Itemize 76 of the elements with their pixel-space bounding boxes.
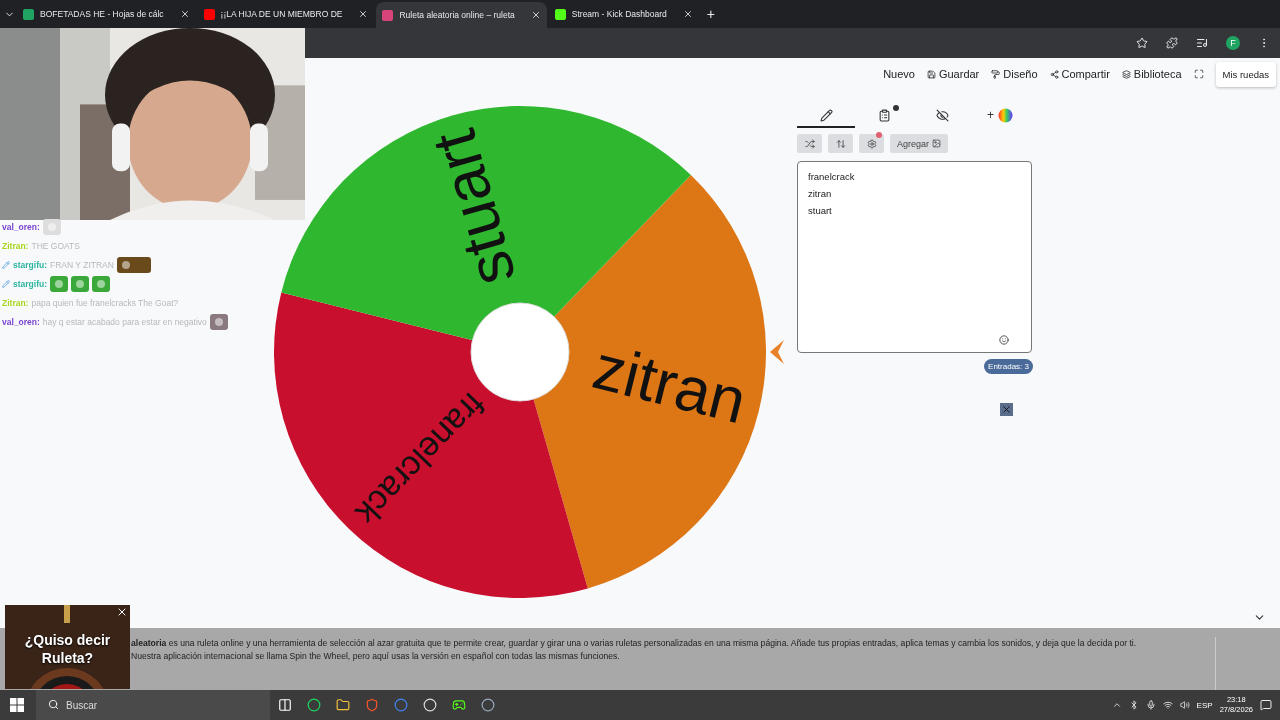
emote-icon: [50, 276, 68, 292]
close-icon[interactable]: [530, 10, 541, 20]
mic-icon[interactable]: [1145, 700, 1156, 710]
close-icon[interactable]: [358, 9, 369, 19]
favicon-icon: [382, 9, 394, 21]
sword-icon: [2, 280, 10, 288]
taskbar-app-icon[interactable]: [336, 698, 350, 712]
taskbar-search-field[interactable]: Buscar: [36, 690, 270, 720]
add-button[interactable]: Agregar: [890, 134, 949, 153]
browser-tab[interactable]: BOFETADAS HE - Hojas de cálc: [17, 3, 196, 25]
browser-tab[interactable]: ¡¡LA HIJA DE UN MIEMBRO DE: [197, 3, 375, 25]
tab-title: Ruleta aleatoria online – ruleta: [399, 10, 515, 20]
sort-icon: [835, 138, 846, 149]
nav-link[interactable]: Biblioteca: [1121, 68, 1182, 80]
favicon-icon: [203, 8, 215, 20]
extensions-icon[interactable]: [1166, 37, 1178, 49]
layers-icon: [1121, 69, 1131, 79]
chat-username[interactable]: val_oren:: [2, 317, 40, 327]
close-icon[interactable]: [116, 606, 128, 618]
paint-roller-icon: [991, 69, 1001, 79]
taskbar-app-icon[interactable]: [481, 698, 495, 712]
chat-message: THE GOATS: [31, 241, 80, 251]
share-icon: [1049, 69, 1059, 79]
slice-label: stuart: [417, 122, 529, 294]
emoji-icon[interactable]: [999, 335, 1009, 345]
chat-username[interactable]: val_oren:: [2, 222, 40, 232]
panel-tab[interactable]: +: [971, 104, 1029, 128]
taskbar-app-icon[interactable]: [452, 698, 466, 712]
save-icon: [926, 69, 936, 79]
favicon-icon: [23, 8, 34, 20]
tab-title: ¡¡LA HIJA DE UN MIEMBRO DE: [220, 9, 343, 19]
tab-title: Stream - Kick Dashboard: [571, 9, 667, 19]
pointer-icon: [770, 340, 784, 364]
fullscreen-icon[interactable]: [1193, 69, 1204, 79]
nav-link[interactable]: Diseño: [991, 68, 1038, 80]
emote-icon: [116, 257, 151, 273]
close-icon[interactable]: [179, 9, 190, 19]
emote-icon: [71, 276, 89, 292]
favicon-icon: [554, 8, 566, 20]
bluetooth-icon[interactable]: [1128, 700, 1139, 710]
emote-icon: [92, 276, 110, 292]
slice-label: zitran: [586, 331, 753, 437]
nav-link[interactable]: Nuevo: [883, 68, 915, 80]
star-icon[interactable]: [1136, 37, 1148, 49]
language-indicator[interactable]: ESP: [1196, 700, 1213, 710]
description-text: aleatoria es una ruleta online y una herramienta de selección al azar gratuita que te permite crear, guardar y girar una o varias ruletas personalizadas en una misma página. Añade tus propias entradas, aplica temas y cambia los sonidos, y deja que la decida por ti. Nuestra aplicación internacional se llama Spin the Wheel, pero aquí usas la versión en español con todas las mismas funciones.: [131, 637, 1138, 662]
taskbar-app-icon[interactable]: [307, 698, 321, 712]
media-icon[interactable]: [1196, 37, 1208, 49]
pencil-icon: [819, 108, 833, 122]
new-tab-button[interactable]: +: [706, 6, 715, 22]
search-icon: [48, 699, 59, 710]
gear-icon: [866, 138, 877, 149]
windows-start-icon[interactable]: [10, 698, 24, 712]
chevron-up-icon[interactable]: [1111, 700, 1122, 710]
clipboard-icon: [877, 108, 891, 122]
entries-count: Entradas: 3: [984, 359, 1033, 374]
entries-field[interactable]: franelcrack zitran stuart: [797, 161, 1032, 353]
nav-link[interactable]: Compartir: [1049, 68, 1110, 80]
browser-tab[interactable]: Stream - Kick Dashboard: [548, 3, 699, 25]
tool-button[interactable]: [859, 134, 884, 153]
wifi-icon[interactable]: [1162, 700, 1173, 710]
eye-off-icon: [935, 108, 949, 122]
ad-title: ¿Quiso decir Ruleta?: [23, 631, 112, 667]
volume-icon[interactable]: [1179, 700, 1190, 710]
image-icon: [932, 139, 942, 148]
browser-tab[interactable]: Ruleta aleatoria online – ruleta: [376, 2, 547, 28]
nav-link[interactable]: Guardar: [926, 68, 980, 80]
notifications-icon[interactable]: [1260, 699, 1272, 711]
close-icon[interactable]: [682, 9, 693, 19]
tool-button[interactable]: [797, 134, 822, 153]
tab-title: BOFETADAS HE - Hojas de cálc: [40, 9, 164, 19]
chat-message: hay q estar acabado para estar en negativo: [42, 317, 207, 327]
my-wheels-button[interactable]: Mis ruedas: [1215, 61, 1276, 87]
color-wheel-icon: [998, 107, 1013, 123]
sword-icon: [2, 261, 10, 269]
shuffle-icon: [804, 138, 815, 149]
